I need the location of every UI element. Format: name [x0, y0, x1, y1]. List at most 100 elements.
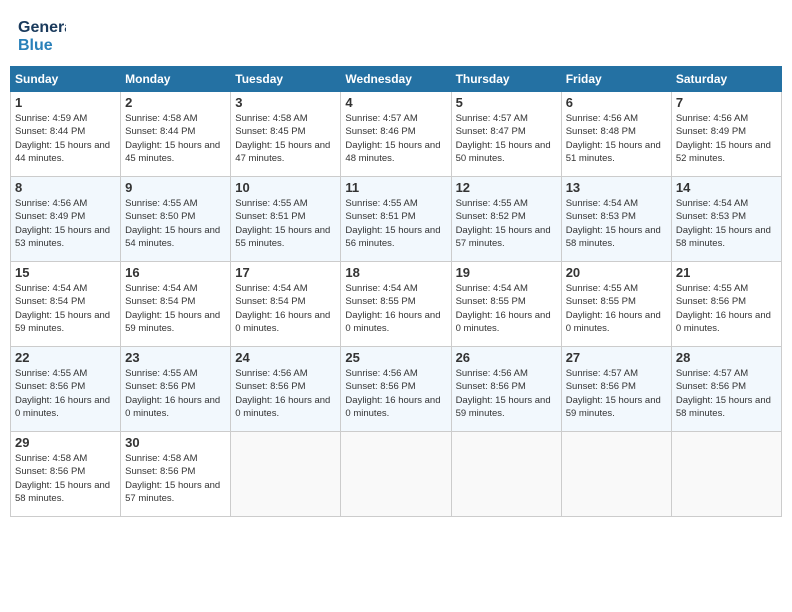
svg-text:Blue: Blue	[18, 37, 53, 54]
day-number: 5	[456, 95, 557, 110]
cell-info: Sunrise: 4:55 AMSunset: 8:52 PMDaylight:…	[456, 198, 551, 249]
calendar-cell: 8 Sunrise: 4:56 AMSunset: 8:49 PMDaylight…	[11, 177, 121, 262]
calendar-cell: 4 Sunrise: 4:57 AMSunset: 8:46 PMDaylight…	[341, 92, 451, 177]
cell-info: Sunrise: 4:58 AMSunset: 8:56 PMDaylight:…	[125, 453, 220, 504]
calendar-week-row: 29 Sunrise: 4:58 AMSunset: 8:56 PMDayligh…	[11, 432, 782, 517]
cell-info: Sunrise: 4:57 AMSunset: 8:47 PMDaylight:…	[456, 113, 551, 164]
weekday-header: Thursday	[451, 67, 561, 92]
calendar-cell: 17Sunrise: 4:54 AMSunset: 8:54 PMDayligh…	[231, 262, 341, 347]
day-number: 9	[125, 180, 226, 195]
day-number: 15	[15, 265, 116, 280]
calendar-cell: 14Sunrise: 4:54 AMSunset: 8:53 PMDayligh…	[671, 177, 781, 262]
calendar-cell: 13 Sunrise: 4:54 AMSunset: 8:53 PMDayligh…	[561, 177, 671, 262]
calendar-cell	[671, 432, 781, 517]
cell-info: Sunrise: 4:54 AMSunset: 8:54 PMDaylight:…	[125, 283, 220, 334]
cell-info: Sunrise: 4:57 AMSunset: 8:46 PMDaylight:…	[345, 113, 440, 164]
day-number: 20	[566, 265, 667, 280]
day-number: 29	[15, 435, 116, 450]
cell-info: Sunrise: 4:54 AMSunset: 8:53 PMDaylight:…	[676, 198, 771, 249]
calendar-week-row: 8 Sunrise: 4:56 AMSunset: 8:49 PMDaylight…	[11, 177, 782, 262]
cell-info: Sunrise: 4:54 AMSunset: 8:54 PMDaylight:…	[235, 283, 330, 334]
calendar-cell: 6Sunrise: 4:56 AMSunset: 8:48 PMDaylight…	[561, 92, 671, 177]
cell-info: Sunrise: 4:55 AMSunset: 8:56 PMDaylight:…	[125, 368, 220, 419]
day-number: 2	[125, 95, 226, 110]
weekday-header: Tuesday	[231, 67, 341, 92]
day-number: 13	[566, 180, 667, 195]
cell-info: Sunrise: 4:55 AMSunset: 8:51 PMDaylight:…	[235, 198, 330, 249]
cell-info: Sunrise: 4:55 AMSunset: 8:51 PMDaylight:…	[345, 198, 440, 249]
calendar-body: 1Sunrise: 4:59 AMSunset: 8:44 PMDaylight…	[11, 92, 782, 517]
calendar-cell: 26 Sunrise: 4:56 AMSunset: 8:56 PMDayligh…	[451, 347, 561, 432]
weekday-header: Saturday	[671, 67, 781, 92]
calendar-cell: 18 Sunrise: 4:54 AMSunset: 8:55 PMDayligh…	[341, 262, 451, 347]
calendar-cell: 10 Sunrise: 4:55 AMSunset: 8:51 PMDayligh…	[231, 177, 341, 262]
calendar-cell: 15Sunrise: 4:54 AMSunset: 8:54 PMDayligh…	[11, 262, 121, 347]
calendar-cell	[341, 432, 451, 517]
cell-info: Sunrise: 4:56 AMSunset: 8:49 PMDaylight:…	[15, 198, 110, 249]
cell-info: Sunrise: 4:56 AMSunset: 8:56 PMDaylight:…	[456, 368, 551, 419]
calendar-cell: 5 Sunrise: 4:57 AMSunset: 8:47 PMDaylight…	[451, 92, 561, 177]
calendar-cell: 2 Sunrise: 4:58 AMSunset: 8:44 PMDaylight…	[121, 92, 231, 177]
weekday-header: Wednesday	[341, 67, 451, 92]
cell-info: Sunrise: 4:54 AMSunset: 8:55 PMDaylight:…	[345, 283, 440, 334]
day-number: 23	[125, 350, 226, 365]
calendar-header-row: SundayMondayTuesdayWednesdayThursdayFrid…	[11, 67, 782, 92]
calendar-cell: 23 Sunrise: 4:55 AMSunset: 8:56 PMDayligh…	[121, 347, 231, 432]
day-number: 27	[566, 350, 667, 365]
day-number: 10	[235, 180, 336, 195]
weekday-header: Monday	[121, 67, 231, 92]
cell-info: Sunrise: 4:58 AMSunset: 8:56 PMDaylight:…	[15, 453, 110, 504]
day-number: 8	[15, 180, 116, 195]
day-number: 12	[456, 180, 557, 195]
calendar-cell: 28 Sunrise: 4:57 AMSunset: 8:56 PMDayligh…	[671, 347, 781, 432]
day-number: 26	[456, 350, 557, 365]
day-number: 22	[15, 350, 116, 365]
cell-info: Sunrise: 4:54 AMSunset: 8:55 PMDaylight:…	[456, 283, 551, 334]
day-number: 30	[125, 435, 226, 450]
logo-icon: General Blue	[18, 14, 66, 54]
calendar-cell	[231, 432, 341, 517]
cell-info: Sunrise: 4:56 AMSunset: 8:56 PMDaylight:…	[235, 368, 330, 419]
cell-info: Sunrise: 4:58 AMSunset: 8:44 PMDaylight:…	[125, 113, 220, 164]
calendar-cell	[561, 432, 671, 517]
calendar-cell: 16 Sunrise: 4:54 AMSunset: 8:54 PMDayligh…	[121, 262, 231, 347]
cell-info: Sunrise: 4:55 AMSunset: 8:55 PMDaylight:…	[566, 283, 661, 334]
calendar-cell: 1Sunrise: 4:59 AMSunset: 8:44 PMDaylight…	[11, 92, 121, 177]
day-number: 18	[345, 265, 446, 280]
calendar-cell: 11 Sunrise: 4:55 AMSunset: 8:51 PMDayligh…	[341, 177, 451, 262]
cell-info: Sunrise: 4:57 AMSunset: 8:56 PMDaylight:…	[676, 368, 771, 419]
day-number: 19	[456, 265, 557, 280]
day-number: 7	[676, 95, 777, 110]
calendar-cell: 7Sunrise: 4:56 AMSunset: 8:49 PMDaylight…	[671, 92, 781, 177]
calendar-cell	[451, 432, 561, 517]
weekday-header: Sunday	[11, 67, 121, 92]
calendar-cell: 24Sunrise: 4:56 AMSunset: 8:56 PMDayligh…	[231, 347, 341, 432]
day-number: 6	[566, 95, 667, 110]
day-number: 21	[676, 265, 777, 280]
day-number: 1	[15, 95, 116, 110]
cell-info: Sunrise: 4:54 AMSunset: 8:53 PMDaylight:…	[566, 198, 661, 249]
page-header: General Blue	[10, 10, 782, 58]
calendar-cell: 3 Sunrise: 4:58 AMSunset: 8:45 PMDaylight…	[231, 92, 341, 177]
calendar-cell: 21Sunrise: 4:55 AMSunset: 8:56 PMDayligh…	[671, 262, 781, 347]
day-number: 3	[235, 95, 336, 110]
calendar-cell: 25Sunrise: 4:56 AMSunset: 8:56 PMDayligh…	[341, 347, 451, 432]
day-number: 28	[676, 350, 777, 365]
calendar-week-row: 22 Sunrise: 4:55 AMSunset: 8:56 PMDayligh…	[11, 347, 782, 432]
cell-info: Sunrise: 4:55 AMSunset: 8:50 PMDaylight:…	[125, 198, 220, 249]
day-number: 11	[345, 180, 446, 195]
calendar-cell: 27 Sunrise: 4:57 AMSunset: 8:56 PMDayligh…	[561, 347, 671, 432]
cell-info: Sunrise: 4:58 AMSunset: 8:45 PMDaylight:…	[235, 113, 330, 164]
calendar-week-row: 15 Sunrise: 4:54 AMSunset: 8:54 PMDayligh…	[11, 262, 782, 347]
calendar-cell: 12 Sunrise: 4:55 AMSunset: 8:52 PMDayligh…	[451, 177, 561, 262]
logo: General Blue	[18, 14, 68, 54]
calendar-cell: 9 Sunrise: 4:55 AMSunset: 8:50 PMDaylight…	[121, 177, 231, 262]
calendar-cell: 19 Sunrise: 4:54 AMSunset: 8:55 PMDayligh…	[451, 262, 561, 347]
calendar-week-row: 1Sunrise: 4:59 AMSunset: 8:44 PMDaylight…	[11, 92, 782, 177]
cell-info: Sunrise: 4:57 AMSunset: 8:56 PMDaylight:…	[566, 368, 661, 419]
day-number: 16	[125, 265, 226, 280]
cell-info: Sunrise: 4:56 AMSunset: 8:56 PMDaylight:…	[345, 368, 440, 419]
day-number: 4	[345, 95, 446, 110]
calendar-table: SundayMondayTuesdayWednesdayThursdayFrid…	[10, 66, 782, 517]
calendar-cell: 20 Sunrise: 4:55 AMSunset: 8:55 PMDayligh…	[561, 262, 671, 347]
